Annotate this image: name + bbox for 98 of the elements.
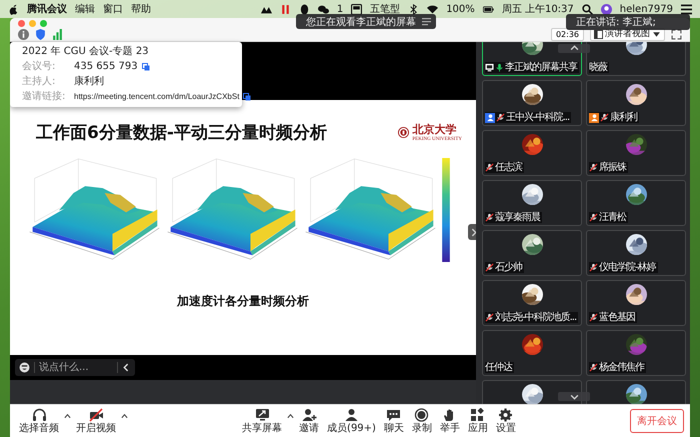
clock[interactable]: 周五 上午10:37 [502,2,574,16]
participant-name: 康利利 [610,112,637,123]
caret-up-icon[interactable] [121,413,128,419]
apps-icon [470,408,486,422]
participant-name: 蔻享秦雨晨 [495,212,540,223]
participant-name: 晓薇 [589,62,607,73]
chat-bubbles-icon[interactable] [318,4,329,14]
participant-tile[interactable]: 杨金伟焦作 [586,330,686,376]
caret-up-icon[interactable] [64,413,71,419]
participant-name: 李正斌的屏幕共享 [505,62,577,73]
logo-text: 北京大学 [412,122,456,136]
participant-name: 任仲达 [485,362,512,373]
participant-tile[interactable]: 席振铢 [586,130,686,176]
wifi-icon[interactable] [427,4,438,14]
participant-name: 蓝色基因 [599,312,635,323]
participant-name: 王中兴-中科院... [506,112,570,123]
toolbar-button[interactable]: 设置 [492,408,519,434]
scroll-down-button[interactable] [558,392,590,401]
participant-name: 仪电学院-林婷 [599,262,656,273]
app-menu[interactable]: 腾讯会议 [27,2,67,16]
menu-item[interactable]: 编辑 [75,2,95,16]
shield-icon[interactable] [35,29,46,40]
participant-tile[interactable]: 任仲达 [482,330,582,376]
input-method[interactable]: 五笔型 [370,2,400,16]
participant-name: 任志滨 [495,162,522,173]
participant-tile[interactable]: 李正斌的屏幕共享 [482,42,582,76]
participant-tile[interactable]: 任志滨 [482,130,582,176]
close-button[interactable] [18,20,25,27]
caret-up-icon[interactable] [287,413,294,419]
battery-percent: 100% [446,4,475,14]
info-value: https://meeting.tencent.com/dm/LoaurJzCXbSt [74,91,240,103]
pause-icon[interactable] [280,4,291,14]
chat-icon [386,408,402,422]
bluetooth-icon[interactable] [408,4,420,14]
emoji-icon[interactable] [19,362,30,373]
list-icon[interactable] [681,4,692,14]
chevron-down-icon [570,392,578,401]
menu-item[interactable]: 帮助 [131,2,151,16]
signal-icon[interactable] [52,29,63,40]
search-icon[interactable] [582,4,593,14]
emblem-icon [398,126,410,138]
add-person-icon [302,408,317,422]
info-value: 康利利 [74,76,104,88]
participant-name: 刘志尧-中科院地质... [495,312,576,323]
fullscreen-icon[interactable] [671,29,682,40]
toolbar-button[interactable]: 共享屏幕 [239,408,286,434]
toolbar-button[interactable]: 录制 [408,408,435,434]
info-label: 邀请链接: [22,91,66,103]
toolbar-button[interactable]: 邀请 [296,408,322,434]
chat-input[interactable]: 说点什么... [34,362,118,373]
meeting-title: 2022 年 CGU 会议-专题 23 [22,46,150,58]
copy-icon[interactable] [243,93,252,101]
info-label: 主持人: [22,76,56,88]
slide-subtitle: 加速度计各分量时频分析 [176,293,310,310]
participant-tile[interactable]: 晓薇 [586,42,686,76]
banner-text: 您正在观看李正斌的屏幕 [306,16,416,28]
person-icon [344,408,359,422]
info-icon[interactable] [18,29,29,40]
participant-tile[interactable]: 王中兴-中科院... [482,80,582,126]
user-avatar-icon[interactable] [600,4,612,14]
leave-meeting-button[interactable]: 离开会议 [630,409,684,433]
layout-icon [594,30,603,39]
toolbar-button[interactable]: 举手 [436,408,463,434]
participant-tile[interactable]: 仪电学院-林婷 [586,230,686,276]
apple-icon[interactable] [8,4,19,14]
toolbar-button[interactable]: 应用 [464,408,491,434]
participant-name: 杨金伟焦作 [599,362,644,373]
record-icon [414,408,430,422]
screen-share-icon [254,408,270,422]
info-value: 435 655 793 [74,61,138,73]
participant-tile[interactable]: 康利利 [586,80,686,126]
menu-item[interactable]: 窗口 [103,2,123,16]
participant-tile[interactable]: 蓝色基因 [586,280,686,326]
chevron-left-icon[interactable] [122,363,131,372]
info-label: 会议号: [22,61,56,73]
participant-name: 汪青松 [599,212,626,223]
toolbar-button[interactable]: 开启视频 [73,408,119,434]
toolbar-button[interactable]: 成员(99+) [324,408,379,434]
notification-count[interactable]: 1 [336,4,344,14]
scroll-up-button[interactable] [558,44,590,53]
settings-icon [498,408,514,422]
toolbar-button[interactable]: 聊天 [380,408,407,434]
user-name[interactable]: helen7979 [620,4,673,14]
speaker-text: 正在讲话: 李正斌; [576,16,656,28]
keyboard-icon[interactable] [351,4,362,14]
chevron-up-icon [570,44,578,53]
meeting-timer: 02:36 [550,28,584,41]
toolbar-button[interactable]: 选择音频 [16,408,62,434]
camera-off-icon [88,408,104,422]
participant-tile[interactable]: 刘志尧-中科院地质... [482,280,582,326]
participant-name: 石少帅 [495,262,522,273]
headphones-icon [32,408,46,422]
participant-tile[interactable]: 蔻享秦雨晨 [482,180,582,226]
battery-icon[interactable] [482,4,494,14]
slide-title: 工作面6分量数据-平动三分量时频分析 [36,122,327,144]
participant-tile[interactable]: 石少帅 [482,230,582,276]
participant-tile[interactable]: 汪青松 [586,180,686,226]
participant-name: 席振铢 [599,162,626,173]
